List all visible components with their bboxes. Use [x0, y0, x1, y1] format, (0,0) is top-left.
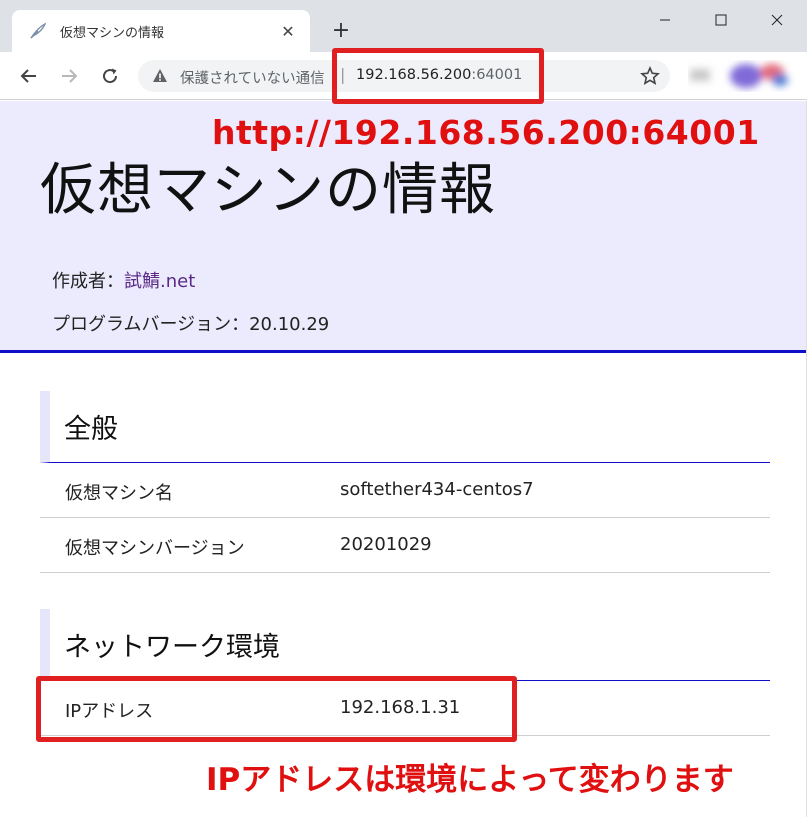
tab-close-icon[interactable]: ✕ — [274, 17, 302, 45]
forward-arrow-icon[interactable] — [55, 62, 83, 90]
browser-titlebar: 仮想マシンの情報 ✕ + — [0, 0, 807, 52]
page-title: 仮想マシンの情報 — [40, 158, 496, 223]
maximize-icon[interactable] — [698, 0, 744, 40]
ip-highlight-box — [36, 676, 517, 742]
new-tab-button[interactable]: + — [327, 16, 355, 44]
table-row: 仮想マシン名 softether434-centos7 — [40, 463, 770, 518]
back-arrow-icon[interactable] — [15, 62, 43, 90]
window-close-icon[interactable] — [754, 0, 800, 40]
insecure-label[interactable]: 保護されていない通信 — [180, 67, 336, 88]
section-heading-network: ネットワーク環境 — [40, 609, 770, 681]
row-key: 仮想マシン名 — [65, 483, 173, 504]
url-callout: http://192.168.56.200:64001 — [212, 113, 760, 152]
ip-callout: IPアドレスは環境によって変わります — [206, 762, 734, 798]
reload-icon[interactable] — [96, 62, 124, 90]
author-link[interactable]: 試鯖.net — [124, 271, 195, 292]
table-row: 仮想マシンバージョン 20201029 — [40, 518, 770, 573]
program-version: プログラムバージョン：20.10.29 — [52, 314, 330, 335]
bookmark-star-icon[interactable] — [640, 65, 660, 86]
feather-icon — [28, 21, 48, 41]
extensions-blurred-icon[interactable] — [688, 60, 796, 92]
row-value: 20201029 — [340, 534, 432, 555]
row-key: 仮想マシンバージョン — [65, 538, 245, 559]
section-heading-general: 全般 — [40, 391, 770, 463]
author-line: 作成者：試鯖.net — [52, 267, 195, 293]
browser-tab[interactable]: 仮想マシンの情報 ✕ — [12, 10, 310, 52]
author-label: 作成者： — [52, 271, 124, 292]
tab-title: 仮想マシンの情報 — [60, 25, 165, 41]
warning-icon[interactable] — [152, 68, 168, 84]
minimize-icon[interactable] — [642, 0, 688, 40]
row-value: softether434-centos7 — [340, 479, 534, 500]
url-highlight-box — [332, 48, 544, 104]
